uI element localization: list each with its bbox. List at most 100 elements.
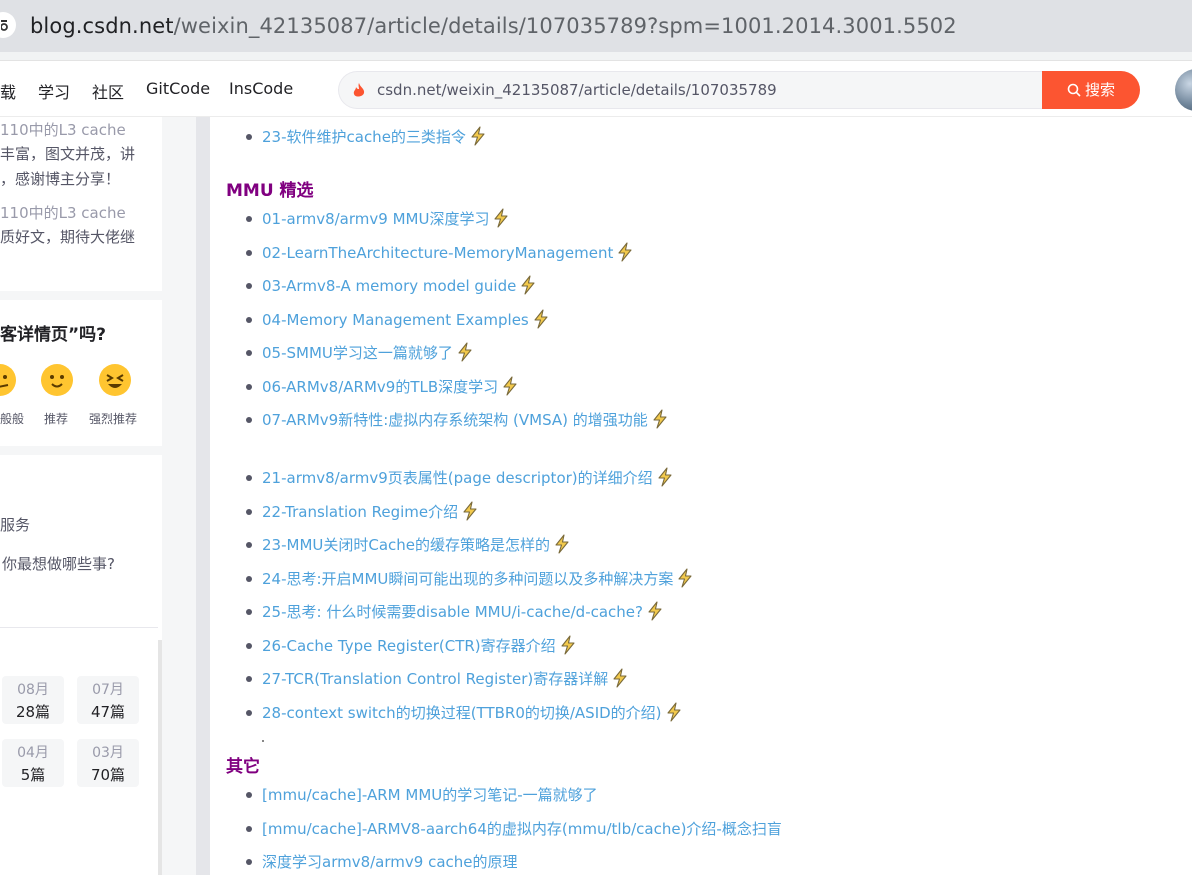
- lightning-icon: [456, 342, 474, 369]
- archive-month[interactable]: 07月 47篇: [77, 676, 139, 724]
- rating-label: 强烈推荐: [89, 412, 138, 426]
- bullet: [246, 350, 252, 356]
- article-link[interactable]: 02-LearnTheArchitecture-MemoryManagement: [262, 241, 634, 269]
- search-button[interactable]: 搜索: [1042, 71, 1140, 109]
- bullet: [246, 792, 252, 798]
- archive-month[interactable]: 08月 28篇: [2, 676, 64, 724]
- comment-text: ，感谢博主分享！: [0, 170, 121, 188]
- rating-emoji-so-so[interactable]: [0, 364, 16, 396]
- nav-item-gitcode[interactable]: GitCode: [146, 79, 210, 98]
- bullet: [246, 250, 252, 256]
- article-link[interactable]: 23-MMU关闭时Cache的缓存策略是怎样的: [262, 533, 571, 561]
- article-link[interactable]: 01-armv8/armv9 MMU深度学习: [262, 207, 510, 235]
- article-link-text: 26-Cache Type Register(CTR)寄存器介绍: [262, 637, 556, 655]
- lightning-icon: [676, 568, 694, 595]
- bullet: [246, 417, 252, 423]
- sidebar-line: 你最想做哪些事?: [2, 555, 115, 573]
- article-link[interactable]: 05-SMMU学习这一篇就够了: [262, 341, 474, 369]
- lightning-icon: [532, 309, 550, 336]
- article-link-text: 25-思考: 什么时候需要disable MMU/i-cache/d-cache…: [262, 603, 643, 621]
- article-link[interactable]: 23-软件维护cache的三类指令: [262, 125, 487, 153]
- section-title-mmu: MMU 精选: [226, 181, 314, 201]
- article-link-text: 22-Translation Regime介绍: [262, 503, 459, 521]
- bullet: [246, 710, 252, 716]
- article-link[interactable]: 07-ARMv9新特性:虚拟内存系统架构 (VMSA) 的增强功能: [262, 408, 669, 436]
- feedback-question: 客详情页”吗?: [0, 325, 107, 345]
- article-link[interactable]: 28-context switch的切换过程(TTBR0的切换/ASID的介绍): [262, 701, 683, 729]
- archive-month[interactable]: 03月 70篇: [77, 739, 139, 787]
- bullet: [246, 134, 252, 140]
- rating-emoji-recommend[interactable]: [41, 364, 73, 396]
- lightning-icon: [665, 702, 683, 729]
- lightning-icon: [611, 668, 629, 695]
- rating-emoji-strongly-recommend[interactable]: [99, 364, 131, 396]
- article-link[interactable]: 04-Memory Management Examples: [262, 308, 550, 336]
- article-link[interactable]: [mmu/cache]-ARMV8-aarch64的虚拟内存(mmu/tlb/c…: [262, 817, 782, 841]
- lightning-icon: [553, 534, 571, 561]
- article-link[interactable]: 03-Armv8-A memory model guide: [262, 274, 537, 302]
- lightning-icon: [501, 376, 519, 403]
- comment-article-link[interactable]: 110中的L3 cache: [0, 119, 126, 140]
- nav-item-learn[interactable]: 学习: [38, 79, 70, 103]
- article-link-text: 01-armv8/armv9 MMU深度学习: [262, 210, 490, 228]
- article-link-text: 24-思考:开启MMU瞬间可能出现的多种问题以及多种解决方案: [262, 570, 674, 588]
- comment-article-link[interactable]: 110中的L3 cache: [0, 202, 126, 223]
- search-input[interactable]: [375, 80, 1015, 100]
- sidebar-card-archive: 服务 你最想做哪些事? 08月 28篇 07月 47篇 04月 5篇 03月 7…: [0, 455, 162, 875]
- bullet: [246, 609, 252, 615]
- fire-icon: [353, 83, 365, 102]
- browser-address-bar[interactable]: blog.csdn.net/weixin_42135087/article/de…: [0, 0, 1192, 52]
- article-link[interactable]: 24-思考:开启MMU瞬间可能出现的多种问题以及多种解决方案: [262, 567, 694, 595]
- nav-item-inscode[interactable]: InsCode: [229, 79, 293, 98]
- address-url[interactable]: blog.csdn.net/weixin_42135087/article/de…: [30, 11, 957, 41]
- article-link[interactable]: 21-armv8/armv9页表属性(page descriptor)的详细介绍: [262, 466, 674, 494]
- article-link-text: 23-软件维护cache的三类指令: [262, 128, 466, 146]
- rating-label: 推荐: [44, 412, 69, 426]
- bullet: [246, 676, 252, 682]
- nav-item-community[interactable]: 社区: [92, 79, 124, 103]
- article-link-text: 03-Armv8-A memory model guide: [262, 277, 517, 295]
- article-link[interactable]: 25-思考: 什么时候需要disable MMU/i-cache/d-cache…: [262, 600, 664, 628]
- lightning-icon: [559, 635, 577, 662]
- search-box: [338, 71, 1042, 109]
- url-path: /weixin_42135087/article/details/1070357…: [173, 14, 957, 38]
- article-link[interactable]: 27-TCR(Translation Control Register)寄存器详…: [262, 667, 629, 695]
- lightning-icon: [492, 208, 510, 235]
- search-button-label: 搜索: [1084, 81, 1115, 99]
- bullet: [246, 216, 252, 222]
- archive-month-label: 03月: [92, 745, 124, 761]
- rating-label: 般般: [0, 412, 25, 426]
- archive-month-count: 47篇: [90, 703, 126, 721]
- bullet: [246, 826, 252, 832]
- archive-month-count: 70篇: [90, 766, 126, 784]
- article-link[interactable]: 22-Translation Regime介绍: [262, 500, 479, 528]
- lightning-icon: [646, 601, 664, 628]
- site-info-icon[interactable]: [0, 12, 16, 38]
- article-link-text: 06-ARMv8/ARMv9的TLB深度学习: [262, 378, 499, 396]
- avatar[interactable]: [1175, 69, 1192, 111]
- article-link[interactable]: 26-Cache Type Register(CTR)寄存器介绍: [262, 634, 577, 662]
- site-top-nav: 载 学习 社区 GitCode InsCode 搜索: [0, 61, 1192, 117]
- article-link-text: 21-armv8/armv9页表属性(page descriptor)的详细介绍: [262, 469, 653, 487]
- bullet: [246, 384, 252, 390]
- archive-month-count: 5篇: [20, 766, 46, 784]
- sidebar-line: 服务: [0, 516, 31, 534]
- sidebar-gutter: [162, 117, 171, 875]
- archive-month[interactable]: 04月 5篇: [2, 739, 64, 787]
- article-link-text: 04-Memory Management Examples: [262, 311, 529, 329]
- bullet: [246, 317, 252, 323]
- feedback-card: 客详情页”吗? 般般 推荐 强烈推荐: [0, 300, 162, 446]
- article-link[interactable]: 06-ARMv8/ARMv9的TLB深度学习: [262, 375, 519, 403]
- article-link[interactable]: 深度学习armv8/armv9 cache的原理: [262, 850, 518, 874]
- article-link-text: 02-LearnTheArchitecture-MemoryManagement: [262, 244, 614, 262]
- recent-comments-card: 110中的L3 cache 丰富，图文并茂，讲 ，感谢博主分享！ 110中的L3…: [0, 117, 162, 291]
- divider: [0, 627, 158, 628]
- nav-item-download[interactable]: 载: [0, 79, 16, 103]
- lightning-icon: [656, 467, 674, 494]
- lightning-icon: [651, 409, 669, 436]
- bullet: [246, 509, 252, 515]
- bullet: [246, 475, 252, 481]
- comment-text: 质好文，期待大佬继: [0, 228, 136, 246]
- article-link[interactable]: [mmu/cache]-ARM MMU的学习笔记-一篇就够了: [262, 783, 598, 807]
- archive-month-label: 07月: [92, 682, 124, 698]
